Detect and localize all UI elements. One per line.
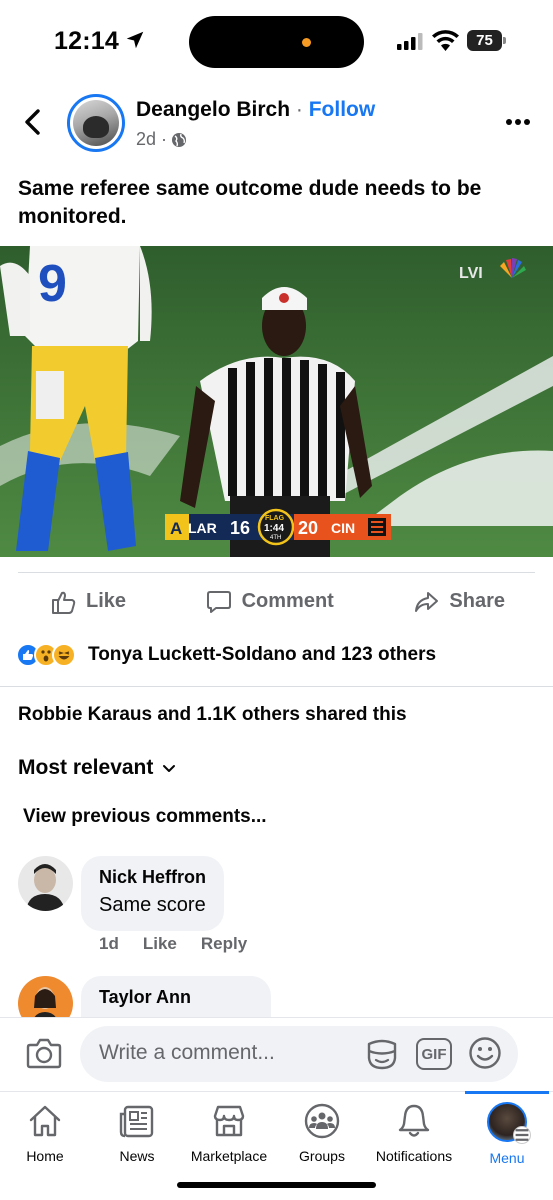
away-team: LAR bbox=[188, 520, 217, 536]
reaction-icons bbox=[16, 643, 76, 667]
groups-icon bbox=[304, 1103, 340, 1139]
status-bar: 12:14 75 bbox=[0, 0, 553, 80]
comment-composer: Write a comment... GIF bbox=[0, 1017, 553, 1091]
thumbs-up-icon bbox=[52, 591, 76, 614]
wifi-icon bbox=[432, 30, 459, 51]
share-label: Share bbox=[449, 590, 505, 612]
active-tab-indicator bbox=[465, 1091, 549, 1094]
dynamic-island bbox=[189, 16, 364, 68]
comment-button[interactable]: Comment bbox=[206, 589, 334, 615]
marketplace-icon bbox=[213, 1105, 245, 1137]
comment-actions: 1d Like Reply bbox=[99, 934, 247, 954]
comment-input[interactable]: Write a comment... GIF bbox=[80, 1026, 518, 1082]
comment-sort-dropdown[interactable]: Most relevant bbox=[18, 756, 177, 780]
commenter-name[interactable]: Taylor Ann bbox=[99, 986, 253, 1009]
comment-text: Same score bbox=[99, 894, 206, 916]
author-name[interactable]: Deangelo Birch bbox=[136, 98, 290, 121]
gif-label: GIF bbox=[421, 1045, 447, 1063]
comment-reply-button[interactable]: Reply bbox=[201, 934, 247, 954]
back-chevron-icon[interactable] bbox=[22, 108, 44, 136]
tab-menu-label: Menu bbox=[489, 1150, 525, 1166]
commenter-avatar[interactable] bbox=[18, 856, 73, 911]
location-arrow-icon bbox=[126, 31, 144, 49]
haha-reaction-icon bbox=[52, 643, 76, 667]
like-button[interactable]: Like bbox=[50, 589, 126, 615]
tab-marketplace[interactable]: Marketplace bbox=[183, 1102, 275, 1164]
home-indicator[interactable] bbox=[177, 1182, 376, 1188]
jersey-number: 9 bbox=[38, 255, 67, 313]
svg-text:A: A bbox=[170, 519, 182, 538]
privacy-indicator-icon bbox=[302, 38, 311, 47]
tab-notifications-label: Notifications bbox=[375, 1148, 453, 1164]
home-icon bbox=[29, 1105, 61, 1137]
tab-marketplace-label: Marketplace bbox=[190, 1148, 268, 1164]
shares-summary[interactable]: Robbie Karaus and 1.1K others shared thi… bbox=[18, 704, 407, 726]
status-time: 12:14 bbox=[54, 27, 119, 55]
sticker-icon[interactable] bbox=[364, 1036, 400, 1072]
reactions-text: Tonya Luckett-Soldano and 123 others bbox=[88, 644, 437, 665]
news-icon bbox=[119, 1105, 154, 1138]
globe-icon bbox=[172, 132, 187, 147]
post-action-bar: Like Comment Share bbox=[18, 572, 535, 630]
hamburger-menu-icon bbox=[513, 1126, 531, 1144]
battery-icon: 75 bbox=[467, 30, 507, 51]
commenter-name[interactable]: Nick Heffron bbox=[99, 866, 206, 889]
tab-groups[interactable]: Groups bbox=[276, 1102, 368, 1164]
tab-home-label: Home bbox=[26, 1148, 64, 1164]
sort-label: Most relevant bbox=[18, 756, 154, 779]
profile-avatar bbox=[487, 1102, 531, 1144]
comment-bubble-icon bbox=[206, 590, 231, 613]
follow-button[interactable]: Follow bbox=[309, 98, 376, 121]
name-separator: · bbox=[295, 98, 303, 121]
tab-menu[interactable]: Menu bbox=[461, 1102, 553, 1166]
more-options-icon[interactable] bbox=[505, 118, 531, 126]
comment-bubble[interactable]: Nick Heffron Same score bbox=[81, 856, 225, 931]
bell-icon bbox=[398, 1104, 430, 1137]
divider bbox=[0, 686, 553, 687]
game-quarter: 4TH bbox=[270, 535, 281, 541]
post-text: Same referee same outcome dude needs to … bbox=[18, 177, 482, 228]
comment-label: Comment bbox=[241, 590, 334, 612]
home-score: 20 bbox=[298, 518, 318, 538]
comment-like-button[interactable]: Like bbox=[143, 934, 177, 954]
emoji-icon[interactable] bbox=[468, 1036, 502, 1070]
post-timestamp[interactable]: 2d · bbox=[136, 129, 167, 150]
game-clock: 1:44 bbox=[264, 523, 284, 534]
comment-timestamp: 1d bbox=[99, 934, 119, 953]
share-arrow-icon bbox=[415, 591, 439, 612]
author-avatar[interactable] bbox=[67, 94, 125, 152]
author-line: Deangelo Birch · Follow bbox=[136, 98, 375, 122]
network-logo-text: LVI bbox=[459, 265, 483, 282]
cell-signal-icon bbox=[397, 33, 423, 50]
share-button[interactable]: Share bbox=[413, 589, 505, 615]
tab-groups-label: Groups bbox=[299, 1148, 345, 1164]
comment-input-placeholder: Write a comment... bbox=[99, 1041, 275, 1064]
camera-icon[interactable] bbox=[26, 1036, 62, 1070]
post-header: Deangelo Birch · Follow 2d · bbox=[0, 88, 553, 158]
flag-label: FLAG bbox=[265, 515, 285, 522]
tab-news-label: News bbox=[119, 1148, 155, 1164]
reactions-summary[interactable]: Tonya Luckett-Soldano and 123 others bbox=[16, 643, 436, 667]
post-meta: 2d · bbox=[136, 129, 187, 150]
gif-icon[interactable]: GIF bbox=[416, 1038, 452, 1070]
like-label: Like bbox=[86, 590, 127, 612]
tab-home[interactable]: Home bbox=[0, 1102, 91, 1164]
post-image[interactable]: 9 LVI A LAR 16 FLAG 1:44 4TH 20 CIN bbox=[0, 246, 553, 557]
view-previous-comments-link[interactable]: View previous comments... bbox=[23, 806, 267, 828]
scorebug: A LAR 16 FLAG 1:44 4TH 20 CIN bbox=[165, 508, 391, 546]
home-team: CIN bbox=[331, 520, 355, 536]
away-score: 16 bbox=[230, 518, 250, 538]
tab-news[interactable]: News bbox=[91, 1102, 183, 1164]
tab-notifications[interactable]: Notifications bbox=[368, 1102, 460, 1164]
battery-level: 75 bbox=[467, 30, 502, 51]
chevron-down-icon bbox=[163, 765, 176, 772]
